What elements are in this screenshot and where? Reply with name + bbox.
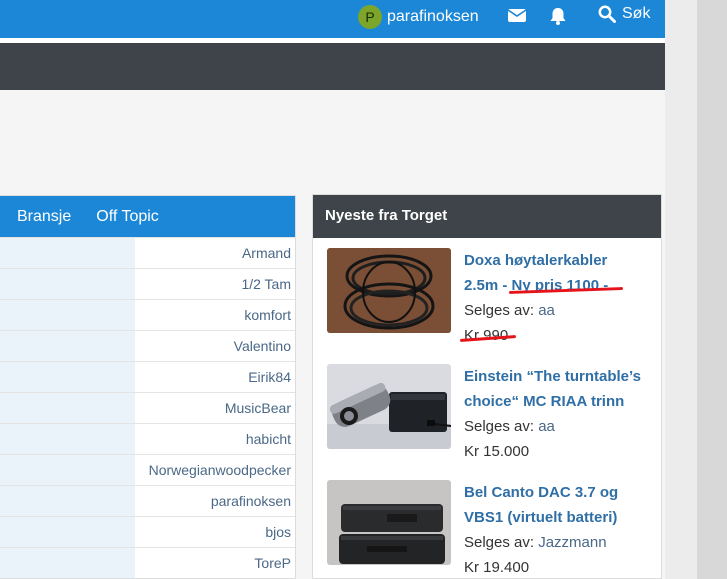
thread-cell[interactable] [0,517,135,547]
poster-link[interactable]: Valentino [135,331,295,361]
listing-price: Kr 19.400 [464,559,530,576]
tab-off-topic[interactable]: Off Topic [71,208,159,226]
listing-info: Doxa høytalerkabler 2.5m - Ny pris 1100 … [464,248,664,348]
thread-cell[interactable] [0,300,135,330]
listing-price: Kr 15.000 [464,443,530,460]
search-button[interactable]: Søk [598,5,650,23]
listing-seller: Selges av: aa [464,302,555,319]
table-row: parafinoksen [0,485,295,516]
table-row: habicht [0,423,295,454]
poster-link[interactable]: komfort [135,300,295,330]
listing-title[interactable]: Einstein “The turntable’s choice“ MC RIA… [464,364,664,414]
bell-icon[interactable] [548,6,570,26]
forum-panel: Bransje Off Topic Armand 1/2 Tam komfort… [0,195,296,579]
listing-thumbnail[interactable] [327,364,451,449]
poster-link[interactable]: ToreP [135,548,295,578]
table-row: Valentino [0,330,295,361]
tab-bransje[interactable]: Bransje [0,208,71,226]
forum-tabs: Bransje Off Topic [0,196,295,237]
poster-link[interactable]: Eirik84 [135,362,295,392]
poster-link[interactable]: Armand [135,238,295,268]
poster-link[interactable]: habicht [135,424,295,454]
table-row: bjos [0,516,295,547]
thread-cell[interactable] [0,424,135,454]
table-row: MusicBear [0,392,295,423]
username: parafinoksen [387,8,479,25]
listing-title[interactable]: Bel Canto DAC 3.7 og VBS1 (virtuelt batt… [464,480,664,530]
thread-cell[interactable] [0,269,135,299]
table-row: Norwegianwoodpecker [0,454,295,485]
search-label: Søk [622,5,651,22]
poster-link[interactable]: parafinoksen [135,486,295,516]
avatar: P [358,5,382,29]
page-gutter [665,0,697,579]
table-row: komfort [0,299,295,330]
listing-info: Bel Canto DAC 3.7 og VBS1 (virtuelt batt… [464,480,664,579]
listing-info: Einstein “The turntable’s choice“ MC RIA… [464,364,664,464]
seller-link[interactable]: aa [538,302,555,319]
table-row: Armand [0,237,295,268]
poster-link[interactable]: bjos [135,517,295,547]
thread-cell[interactable] [0,486,135,516]
listing-thumbnail[interactable] [327,480,451,565]
table-row: 1/2 Tam [0,268,295,299]
search-icon [598,5,616,23]
seller-link[interactable]: Jazzmann [538,534,606,551]
poster-link[interactable]: Norwegianwoodpecker [135,455,295,485]
torget-title: Nyeste fra Torget [313,195,661,238]
listing-thumbnail[interactable] [327,248,451,333]
poster-link[interactable]: 1/2 Tam [135,269,295,299]
thread-cell[interactable] [0,548,135,578]
thread-cell[interactable] [0,331,135,361]
thread-cell[interactable] [0,393,135,423]
listing-seller: Selges av: Jazzmann [464,534,607,551]
table-row: Eirik84 [0,361,295,392]
user-menu[interactable]: P parafinoksen [358,4,479,30]
envelope-icon[interactable] [507,6,529,26]
thread-cell[interactable] [0,238,135,268]
torget-panel: Nyeste fra Torget Doxa høytalerkabler 2.… [312,194,662,579]
listing-seller: Selges av: aa [464,418,555,435]
listing-price: Kr 990 [464,327,509,344]
table-row: ToreP [0,547,295,578]
window-edge [697,0,727,579]
top-navbar: P parafinoksen Søk [0,0,665,38]
poster-link[interactable]: MusicBear [135,393,295,423]
seller-link[interactable]: aa [538,418,555,435]
thread-cell[interactable] [0,362,135,392]
secondary-navbar [0,43,665,90]
thread-cell[interactable] [0,455,135,485]
